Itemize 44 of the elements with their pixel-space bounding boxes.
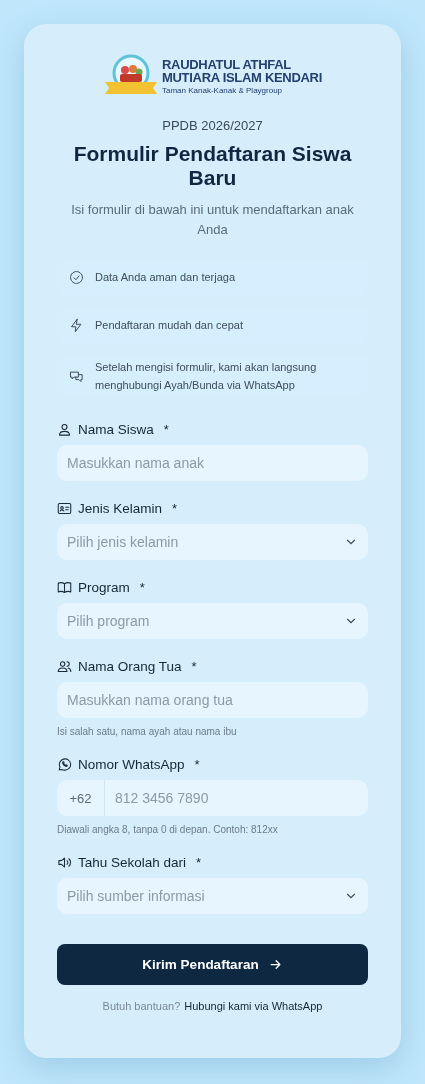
school-name: RAUDHATUL ATHFAL — [161, 57, 292, 71]
form-title: Formulir Pendaftaran Siswa Baru — [72, 142, 353, 190]
select-field[interactable]: Pilih program — [57, 603, 368, 639]
required-mark: * — [163, 422, 169, 437]
phone-input[interactable]: 812 3456 7890 — [105, 780, 368, 816]
field-hint: Isi salah satu, nama ayah atau nama ibu — [57, 726, 238, 737]
required-mark: * — [194, 757, 200, 772]
feature-text: Setelah mengisi formulir, kami akan langsung menghubungi Ayah/Bunda via WhatsApp — [95, 360, 318, 393]
whatsapp-icon — [57, 757, 72, 772]
phone-field[interactable]: +62 812 3456 7890 — [57, 780, 368, 816]
required-mark: * — [196, 855, 202, 870]
field-label: Program — [78, 580, 130, 595]
field-label: Nama Siswa — [78, 422, 154, 437]
text-input[interactable]: Masukkan nama anak — [57, 445, 368, 481]
people-icon — [57, 659, 72, 674]
select-field[interactable]: Pilih jenis kelamin — [57, 524, 368, 560]
field-label: Nomor WhatsApp — [78, 757, 185, 772]
country-code: +62 — [57, 780, 105, 816]
required-mark: * — [191, 659, 197, 674]
lightning-icon — [69, 317, 84, 333]
arrow-right-icon — [267, 957, 283, 972]
school-name: MUTIARA ISLAM KENDARI — [161, 70, 322, 84]
period-label: PPDB 2026/2027 — [161, 118, 264, 133]
feature-text: Pendaftaran mudah dan cepat — [95, 318, 243, 333]
speaker-icon — [57, 855, 72, 870]
person-icon — [57, 422, 72, 437]
field-label: Tahu Sekolah dari — [78, 855, 187, 870]
select-field[interactable]: Pilih sumber informasi — [57, 878, 368, 914]
feature-text: Data Anda aman dan terjaga — [95, 270, 236, 285]
submit-button[interactable]: Kirim Pendaftaran — [57, 944, 368, 985]
help-text: Butuh bantuan? — [102, 1000, 181, 1012]
school-tagline: Taman Kanak-Kanak & Playgroup — [161, 85, 284, 95]
field-hint: Diawali angka 8, tanpa 0 di depan. Contoh: 812xx — [57, 824, 279, 835]
required-mark: * — [139, 580, 145, 595]
text-input[interactable]: Masukkan nama orang tua — [57, 682, 368, 718]
required-mark: * — [172, 501, 178, 516]
field-label: Nama Orang Tua — [78, 659, 182, 674]
book-icon — [57, 580, 72, 595]
form-subtitle: Isi formulir di bawah ini untuk mendaftarkan anak Anda — [70, 201, 355, 239]
chat-bubbles-icon — [69, 368, 84, 384]
id-card-icon — [57, 501, 72, 516]
whatsapp-link[interactable]: Hubungi kami via WhatsApp — [184, 1000, 323, 1012]
field-label: Jenis Kelamin — [78, 501, 163, 516]
check-circle-icon — [69, 269, 84, 285]
